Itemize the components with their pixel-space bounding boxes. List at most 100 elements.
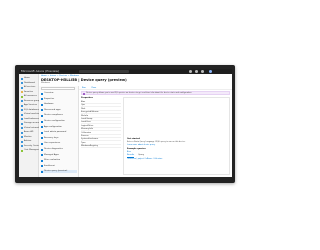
- blade-menu-item[interactable]: Filter evaluation: [41, 159, 77, 162]
- nav-item-icon: [21, 140, 23, 143]
- blade-menu-item[interactable]: Discovered apps: [41, 109, 77, 112]
- nav-item[interactable]: Advisor: [21, 140, 37, 143]
- page-title: DESKTOP-H5LLI5B | Device query (preview): [41, 78, 127, 82]
- blade-menu-item[interactable]: Device compliance: [41, 114, 77, 117]
- blade-menu-item[interactable]: Local admin password: [41, 131, 77, 134]
- nav-item[interactable]: Azure AD: [21, 131, 37, 134]
- blade-menu-item-label: Device diagnostics: [44, 148, 63, 150]
- blade-menu-item-label: Device configuration: [44, 120, 65, 122]
- learn-more-link[interactable]: Learn more about device query: [127, 144, 155, 147]
- blade-menu-item-label: User experience: [44, 142, 61, 145]
- nav-item[interactable]: Favorites: [21, 91, 37, 94]
- properties-list: Properties Bios Cpu Disk EncryptedVolume Fil…: [81, 97, 121, 149]
- blade-menu-item-icon: [41, 159, 43, 162]
- nav-item[interactable]: Home: [21, 77, 37, 80]
- blade-search-input[interactable]: [41, 87, 75, 90]
- blade-menu-item-icon: [41, 103, 43, 106]
- blade-menu-item-label: Device query (preview): [44, 170, 68, 173]
- blade-menu-item[interactable]: App configuration: [41, 126, 77, 129]
- help-icon[interactable]: [201, 70, 204, 73]
- device-blade-menu: Overview Properties Hardware Discovered app…: [39, 86, 79, 177]
- nav-item-label: Advisor: [24, 140, 32, 142]
- blade-menu-item[interactable]: Enrollment: [41, 165, 77, 168]
- nav-item[interactable]: Security Center: [21, 144, 40, 148]
- nav-item-icon: [21, 127, 23, 129]
- nav-item-icon: [21, 149, 23, 152]
- blade-menu-item-label: Overview: [44, 92, 54, 94]
- blade-menu-item-icon: [41, 92, 43, 95]
- nav-item[interactable]: Virtual machines: [21, 113, 41, 116]
- list-item[interactable]: WindowsRegistry: [81, 145, 121, 149]
- nav-item-icon: [21, 113, 23, 116]
- blade-menu-item-label: Local admin password: [44, 131, 67, 134]
- nav-item-icon: [21, 145, 23, 147]
- blade-menu-item[interactable]: Managed Apps: [41, 154, 77, 157]
- blade-menu-item[interactable]: Device configuration: [41, 120, 77, 123]
- nav-item-icon: [21, 91, 23, 93]
- nav-item-label: All services: [24, 86, 36, 88]
- blade-menu-item-label: Hardware: [44, 103, 54, 106]
- nav-item[interactable]: Load balancers: [21, 117, 40, 121]
- nav-item-label: Azure AD: [24, 131, 34, 133]
- run-button[interactable]: Run: [82, 86, 86, 90]
- blade-menu-item-label: Discovered apps: [44, 108, 61, 111]
- example-query-2[interactable]: OsVersion | project OsName, OsVersion: [127, 158, 162, 161]
- properties-header: Properties: [81, 97, 93, 99]
- info-icon: [83, 92, 85, 95]
- nav-item-icon: [21, 95, 23, 98]
- nav-item-label: Dashboard: [24, 81, 35, 84]
- clear-button[interactable]: Clear: [91, 86, 96, 90]
- blade-menu-item[interactable]: User experience: [41, 142, 77, 145]
- blade-menu-item-label: Enrollment: [44, 164, 55, 167]
- nav-item-icon: [21, 77, 23, 80]
- blade-menu-item[interactable]: Hardware: [41, 103, 77, 106]
- nav-item[interactable]: All services: [21, 86, 37, 89]
- tab-query[interactable]: Query: [138, 154, 144, 157]
- portal-screen: Microsoft Azure (Preview) Home Dashboard A…: [19, 69, 232, 177]
- blade-menu-item-icon: [41, 142, 43, 145]
- nav-item[interactable]: Virtual networks: [21, 126, 41, 130]
- blade-menu-item-icon: [41, 165, 43, 168]
- blade-menu-item[interactable]: Overview: [41, 92, 77, 95]
- nav-item[interactable]: All resources: [21, 95, 37, 98]
- command-bar: Run Clear: [79, 86, 232, 90]
- nav-item-label: All resources: [24, 95, 37, 97]
- blade-menu-item[interactable]: Device diagnostics: [41, 148, 77, 151]
- query-detail-pane: Get started Enter a Kusto Query Language…: [123, 97, 230, 175]
- blade-menu-item-label: Managed Apps: [44, 153, 59, 156]
- blade-menu-item-label: Filter evaluation: [44, 159, 61, 162]
- nav-item-icon: [21, 136, 23, 138]
- blade-menu-item[interactable]: Properties: [41, 98, 77, 101]
- blade-menu-item-label: Device compliance: [44, 114, 63, 117]
- blade-menu-item-icon: [41, 109, 43, 112]
- info-banner: Device query allows you to run KQL queri…: [81, 91, 230, 95]
- main-content: Home > Intune > Devices > Windows DESKTO…: [39, 74, 232, 177]
- nav-item[interactable]: Monitor: [21, 136, 37, 139]
- blade-menu-item-icon: [41, 98, 43, 101]
- list-item-label: WindowsRegistry: [81, 145, 99, 148]
- notifications-icon[interactable]: [189, 70, 192, 73]
- nav-item[interactable]: Resource groups: [21, 100, 41, 103]
- banner-text: Device query allows you to run KQL queri…: [86, 92, 192, 94]
- nav-item[interactable]: App Services: [21, 104, 37, 107]
- nav-item-label: Load balancers: [24, 117, 40, 120]
- nav-item[interactable]: Storage accounts: [21, 122, 41, 125]
- nav-item[interactable]: Dashboard: [21, 82, 37, 85]
- account-avatar-icon[interactable]: [209, 70, 212, 73]
- nav-item-label: Favorites: [24, 90, 34, 93]
- nav-item[interactable]: Cost Management: [21, 149, 42, 152]
- nav-item-label: Virtual networks: [24, 126, 41, 129]
- nav-item[interactable]: SQL databases: [21, 109, 39, 112]
- page-subtitle: Windows: [41, 82, 50, 84]
- settings-gear-icon[interactable]: [195, 70, 198, 73]
- nav-item-icon: [21, 118, 23, 120]
- blade-menu-item-label: App configuration: [44, 125, 62, 128]
- blade-menu-item-icon: [41, 131, 43, 134]
- nav-item-label: Security Center: [24, 144, 40, 147]
- global-search-input[interactable]: [79, 70, 129, 73]
- nav-item-icon: [21, 104, 23, 107]
- blade-menu-item-icon: [41, 154, 43, 157]
- blade-menu-item-icon: [41, 148, 43, 151]
- blade-menu-item[interactable]: Device query (preview): [41, 170, 77, 174]
- blade-menu-item[interactable]: Recovery keys: [41, 137, 77, 140]
